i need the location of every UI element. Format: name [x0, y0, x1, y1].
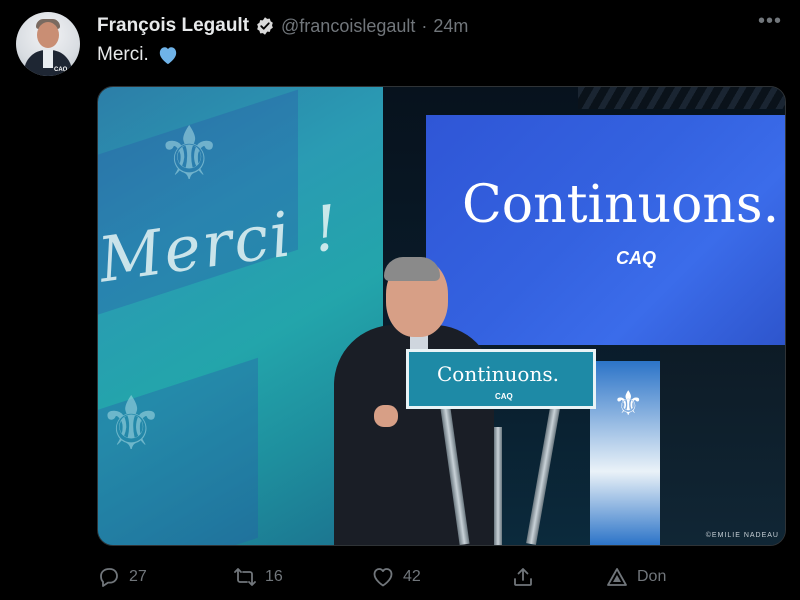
fleur-de-lis-icon: ⚜ [156, 112, 223, 195]
stage-screen: Continuons. CAQ [426, 115, 785, 345]
screen-slogan: Continuons. [462, 175, 780, 235]
retweet-icon [234, 568, 256, 586]
stage-truss [578, 87, 785, 109]
avatar-shirt [43, 50, 53, 68]
tweet-actions: 27 16 42 Don [97, 562, 777, 592]
separator: · [421, 15, 428, 36]
verified-icon [257, 17, 273, 35]
blue-heart-icon [159, 47, 176, 65]
photo-credit: ©EMILIE NADEAU [705, 532, 779, 539]
fleur-de-lis-icon: ⚜ [613, 385, 644, 423]
promote-icon [607, 568, 627, 586]
podium-logo: CAQ [495, 392, 513, 401]
fleur-de-lis-icon: ⚜ [98, 382, 165, 465]
avatar-badge: CAQ [54, 67, 68, 73]
promote-button[interactable]: Don [605, 562, 666, 592]
retweet-count: 16 [265, 568, 283, 585]
podium-sign: Continuons. CAQ [406, 349, 596, 409]
share-icon [514, 568, 532, 586]
like-count: 42 [403, 568, 421, 585]
tweet-text: Merci. [97, 44, 179, 66]
author-name[interactable]: François Legault [97, 15, 249, 37]
avatar[interactable]: CAQ [16, 12, 80, 76]
promote-label: Don [637, 568, 667, 585]
like-icon [373, 568, 393, 587]
speaker-hair [384, 257, 440, 281]
reply-icon [100, 568, 118, 587]
podium-leg [494, 427, 502, 545]
tweet-header: François Legault @francoislegault · 24m [97, 14, 468, 38]
share-button[interactable] [511, 562, 543, 592]
like-button[interactable]: 42 [371, 562, 421, 592]
author-handle[interactable]: @francoislegault [281, 16, 415, 37]
stage-curtain [660, 345, 785, 545]
podium-slogan: Continuons. [437, 362, 559, 386]
more-icon[interactable]: ••• [758, 10, 782, 33]
screen-logo: CAQ [616, 248, 656, 268]
retweet-button[interactable]: 16 [233, 562, 283, 592]
tweet-photo[interactable]: ⚜ ⚜ Merci ! Continuons. CAQ ⚜ Continuons… [97, 86, 786, 546]
tweet-text-content: Merci. [97, 44, 149, 65]
timestamp[interactable]: 24m [433, 16, 468, 37]
speaker-hand [374, 405, 398, 427]
reply-count: 27 [129, 568, 147, 585]
avatar-face [37, 22, 59, 48]
reply-button[interactable]: 27 [97, 562, 147, 592]
